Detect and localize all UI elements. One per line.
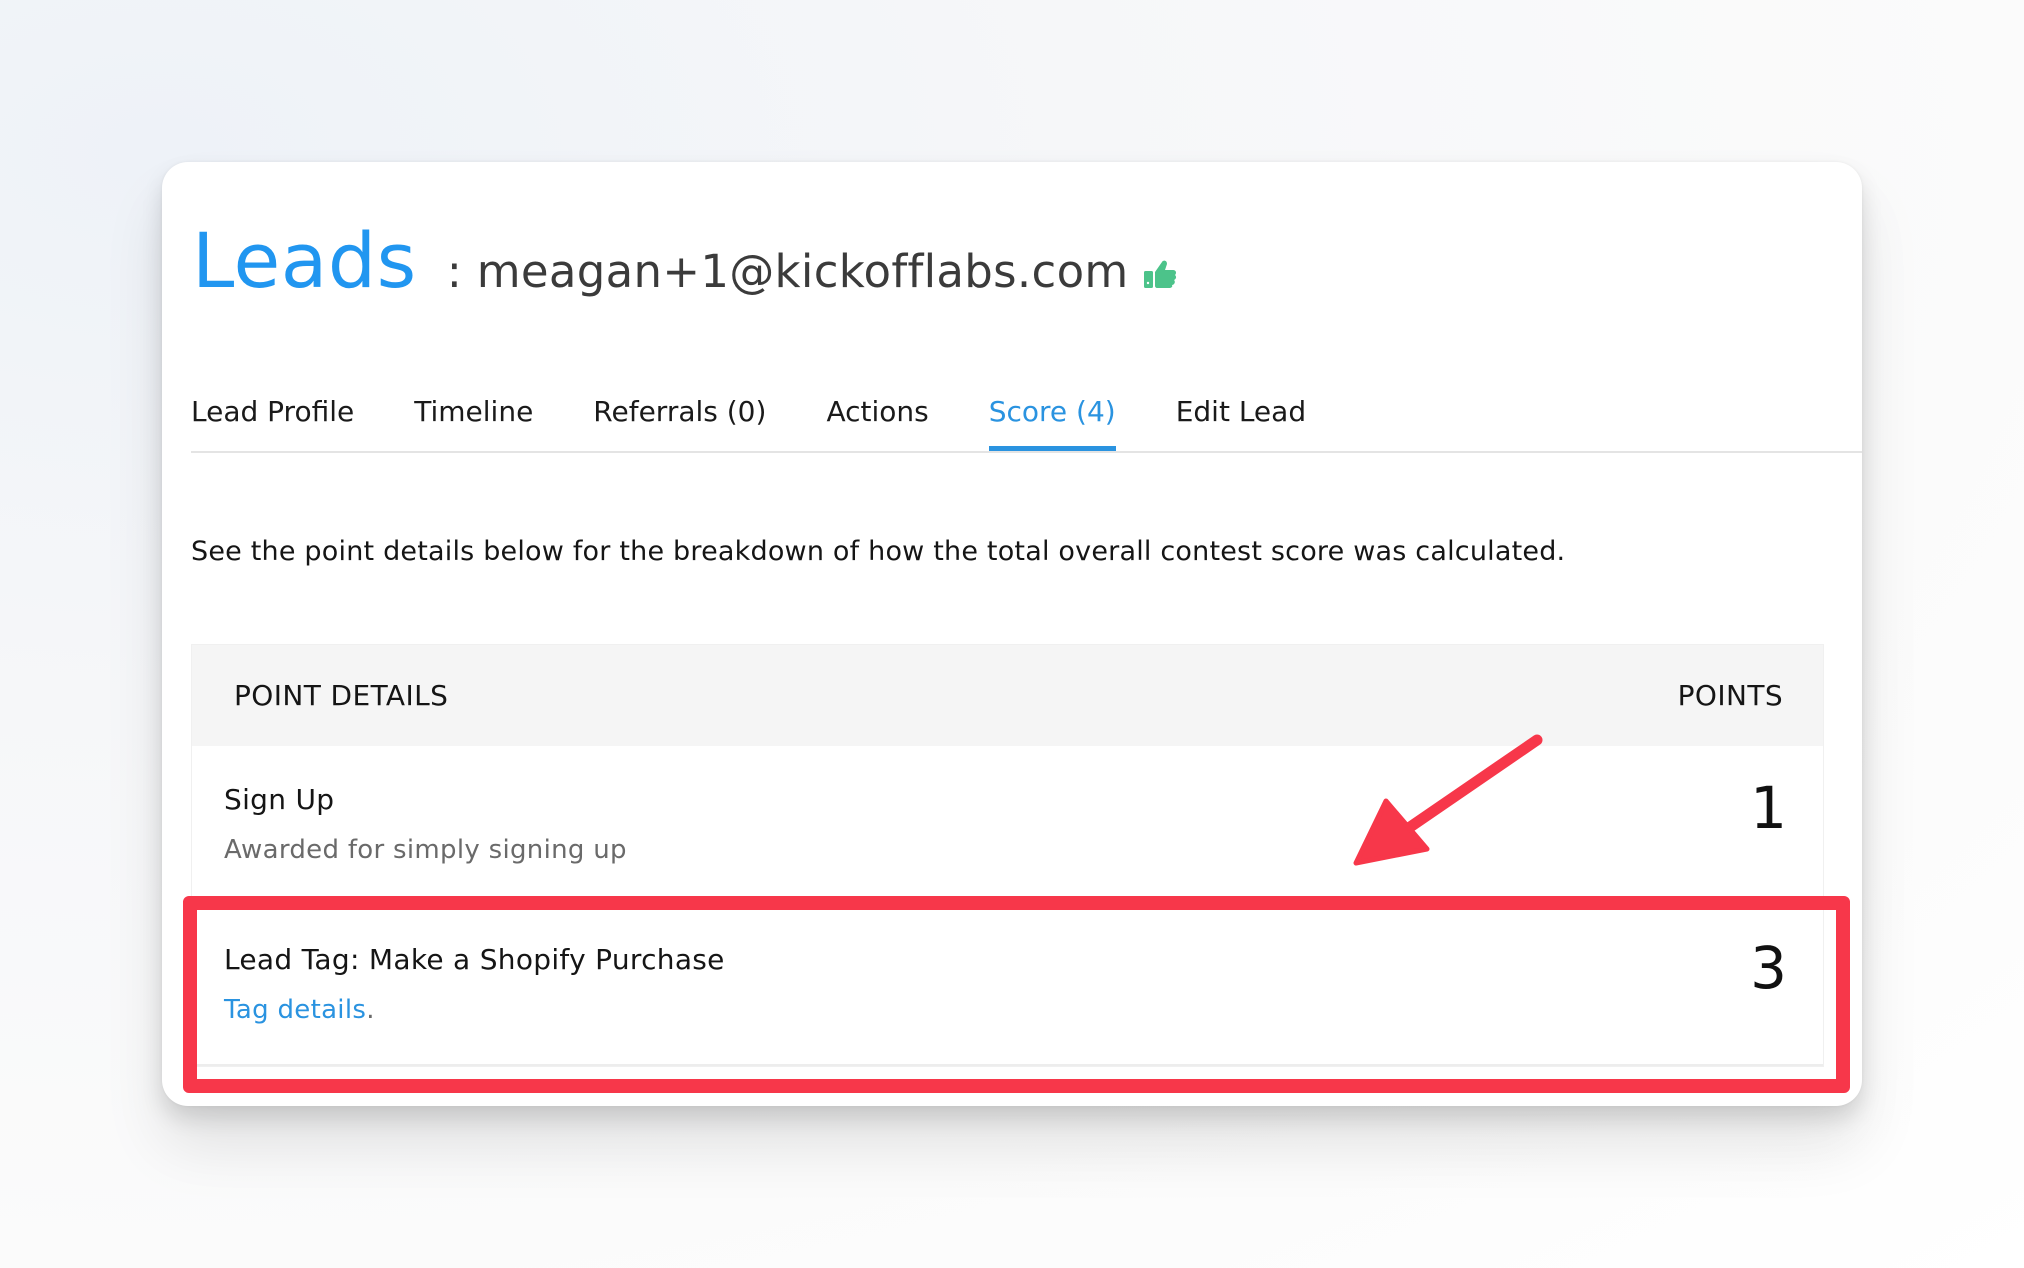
lead-email-text: meagan+1@kickofflabs.com bbox=[476, 245, 1129, 298]
points-table: POINT DETAILS POINTS Sign Up Awarded for… bbox=[191, 644, 1824, 1067]
column-header-point-details: POINT DETAILS bbox=[234, 679, 449, 712]
tag-details-link[interactable]: Tag details bbox=[224, 995, 366, 1025]
lead-tabs: Lead Profile Timeline Referrals (0) Acti… bbox=[191, 394, 1862, 453]
tab-timeline[interactable]: Timeline bbox=[414, 394, 533, 449]
table-row: Lead Tag: Make a Shopify Purchase Tag de… bbox=[192, 906, 1823, 1066]
column-header-points: POINTS bbox=[1677, 679, 1783, 712]
point-detail-subtitle: Awarded for simply signing up bbox=[224, 835, 627, 865]
lead-detail-card: Leads : meagan+1@kickofflabs.com Lead Pr… bbox=[162, 162, 1862, 1106]
points-table-header: POINT DETAILS POINTS bbox=[192, 645, 1823, 746]
tab-edit-lead[interactable]: Edit Lead bbox=[1176, 394, 1306, 449]
table-row: Sign Up Awarded for simply signing up 1 bbox=[192, 746, 1823, 906]
points-value: 3 bbox=[1750, 934, 1787, 1002]
tab-referrals[interactable]: Referrals (0) bbox=[593, 394, 766, 449]
point-detail-subtitle: Tag details. bbox=[224, 995, 375, 1025]
score-description: See the point details below for the brea… bbox=[191, 536, 1566, 567]
tab-lead-profile[interactable]: Lead Profile bbox=[191, 394, 354, 449]
point-detail-title: Sign Up bbox=[224, 783, 335, 816]
lead-email: : meagan+1@kickofflabs.com bbox=[447, 245, 1129, 298]
page-title-row: Leads : meagan+1@kickofflabs.com bbox=[192, 216, 1177, 305]
thumbs-up-icon bbox=[1143, 259, 1177, 289]
page-title[interactable]: Leads bbox=[192, 216, 417, 305]
tab-score[interactable]: Score (4) bbox=[988, 394, 1116, 451]
point-detail-title: Lead Tag: Make a Shopify Purchase bbox=[224, 943, 725, 976]
title-separator: : bbox=[446, 245, 463, 298]
link-suffix: . bbox=[366, 995, 375, 1025]
tab-actions[interactable]: Actions bbox=[826, 394, 928, 449]
points-value: 1 bbox=[1750, 774, 1787, 842]
